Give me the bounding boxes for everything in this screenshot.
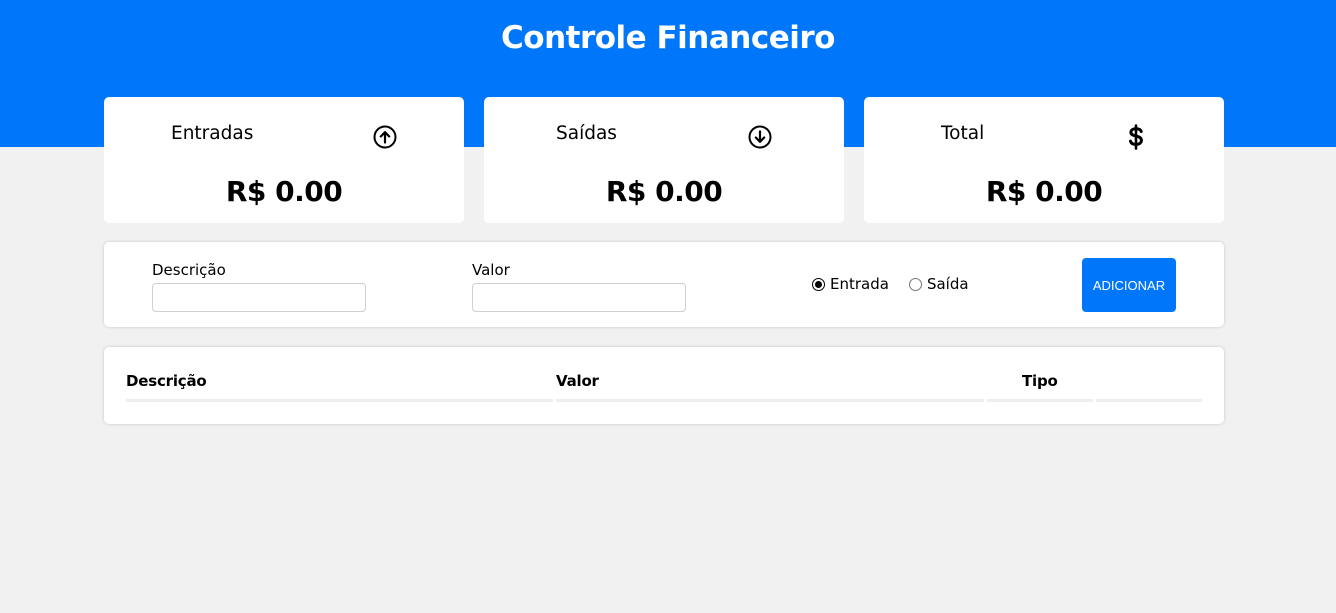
radio-saida[interactable] — [908, 277, 922, 291]
expense-value: R$ 0.00 — [605, 175, 723, 208]
description-input[interactable] — [152, 283, 366, 312]
transactions-table: Descrição Valor Tipo — [104, 347, 1224, 424]
arrow-down-circle-icon — [748, 125, 772, 149]
total-value: R$ 0.00 — [985, 175, 1103, 208]
add-button[interactable]: ADICIONAR — [1082, 258, 1176, 312]
radio-entrada[interactable] — [812, 277, 825, 291]
header-divider — [126, 399, 553, 402]
expense-label: Saídas — [556, 123, 617, 144]
column-header-type: Tipo — [1022, 372, 1058, 390]
income-card: Entradas R$ 0.00 — [104, 97, 464, 223]
transaction-form: Descrição Valor Entrada Saída ADICIONAR — [104, 242, 1224, 327]
radio-saida-label[interactable]: Saída — [927, 275, 969, 293]
income-label: Entradas — [171, 123, 254, 144]
header-divider — [987, 399, 1093, 402]
header-divider — [1096, 399, 1202, 402]
total-label: Total — [941, 123, 985, 144]
header-divider — [556, 399, 984, 402]
description-label: Descrição — [152, 261, 226, 279]
expense-card: Saídas R$ 0.00 — [484, 97, 844, 223]
income-value: R$ 0.00 — [225, 175, 343, 208]
total-card: Total R$ 0.00 — [864, 97, 1224, 223]
column-header-value: Valor — [556, 372, 599, 390]
page-title: Controle Financeiro — [501, 20, 835, 56]
type-radio-group: Entrada Saída — [812, 275, 969, 293]
value-input[interactable] — [472, 283, 686, 312]
summary-cards: Entradas R$ 0.00 Saídas R$ 0.00 Total R$… — [104, 97, 1224, 223]
column-header-description: Descrição — [126, 372, 207, 390]
arrow-up-circle-icon — [373, 125, 397, 149]
dollar-icon — [1124, 124, 1148, 150]
radio-entrada-label[interactable]: Entrada — [830, 275, 889, 293]
value-label: Valor — [472, 261, 510, 279]
